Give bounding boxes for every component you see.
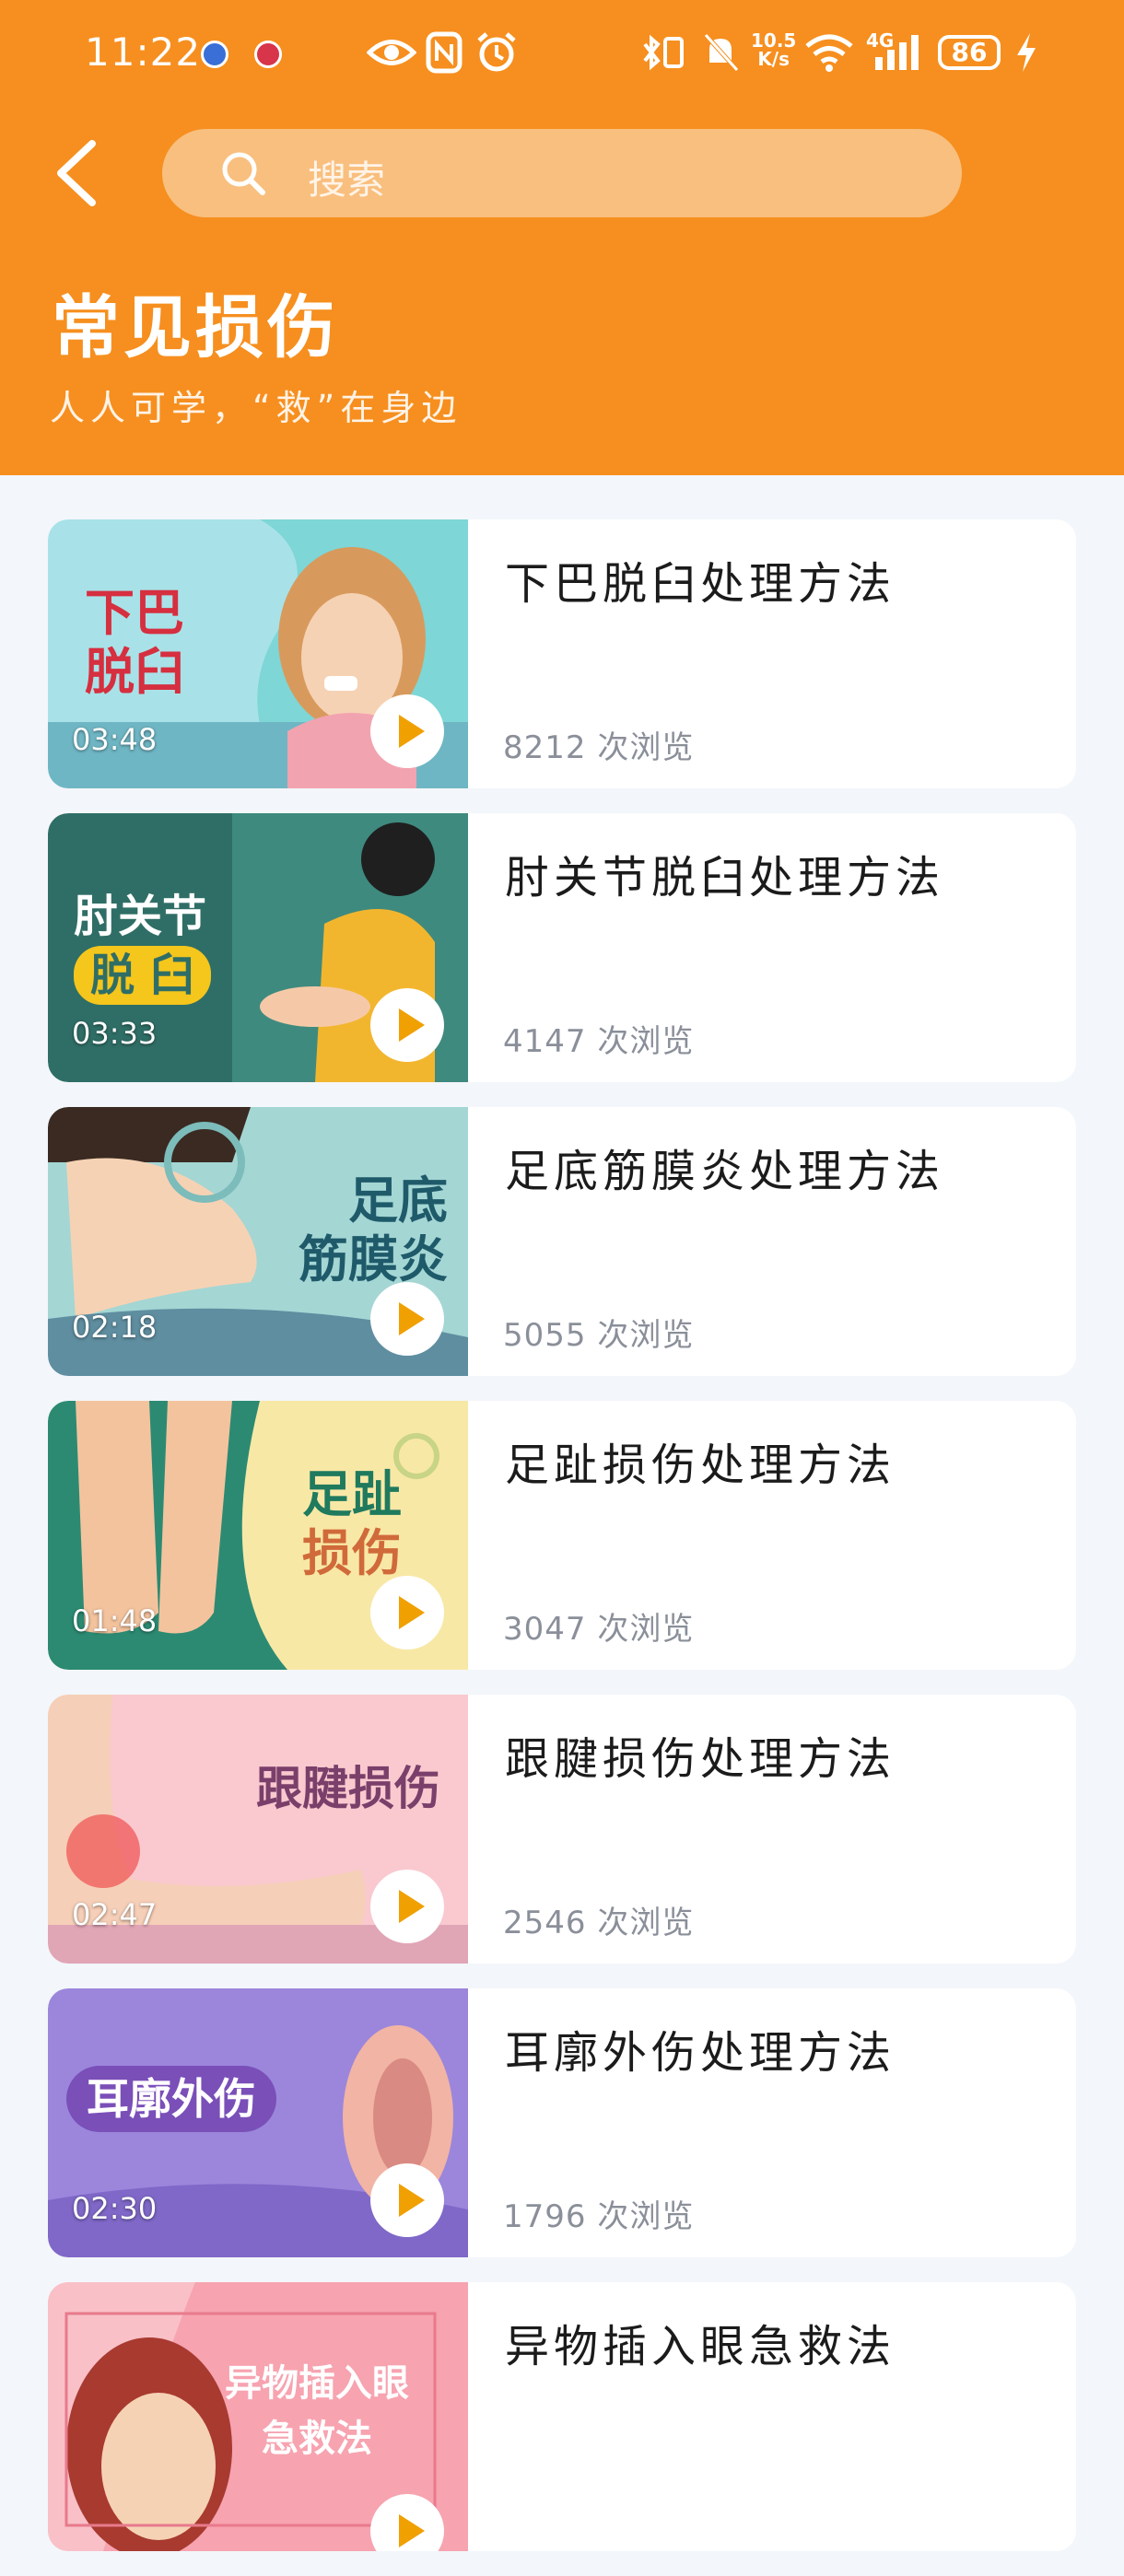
view-count: 3047 次浏览	[503, 1611, 695, 1648]
video-card[interactable]: 足趾 损伤 01:48 足趾损伤处理方法 3047 次浏览	[48, 1401, 1076, 1670]
view-count: 1796 次浏览	[503, 2198, 695, 2235]
video-thumbnail[interactable]: 耳廓外伤 02:30	[48, 1988, 468, 2257]
video-thumbnail[interactable]: 足趾 损伤 01:48	[48, 1401, 468, 1670]
video-duration: 02:30	[72, 2191, 158, 2226]
video-thumbnail[interactable]: 异物插入眼 急救法	[48, 2282, 468, 2551]
eye-icon	[367, 40, 416, 65]
video-thumbnail[interactable]: 跟腱损伤 02:47	[48, 1695, 468, 1964]
play-icon[interactable]	[370, 1870, 444, 1943]
status-time: 11:22	[85, 29, 202, 75]
video-card[interactable]: 足底 筋膜炎 02:18 足底筋膜炎处理方法 5055 次浏览	[48, 1107, 1076, 1376]
video-duration: 02:18	[72, 1310, 158, 1345]
video-thumbnail[interactable]: 肘关节 脱 臼 03:33	[48, 813, 468, 1082]
video-duration: 02:47	[72, 1897, 158, 1932]
video-duration: 03:33	[72, 1016, 158, 1051]
page-subtitle: 人人可学，“救”在身边	[50, 388, 462, 428]
play-icon[interactable]	[370, 1282, 444, 1356]
search-input[interactable]: 搜索	[162, 129, 962, 217]
video-title[interactable]: 异物插入眼急救法	[505, 2310, 896, 2374]
search-icon	[222, 152, 265, 195]
video-title[interactable]: 跟腱损伤处理方法	[505, 1722, 896, 1787]
view-count: 2546 次浏览	[503, 1905, 695, 1941]
battery-level: 86	[938, 35, 1001, 70]
video-card[interactable]: 异物插入眼 急救法 异物插入眼急救法	[48, 2282, 1076, 2551]
video-list: 下巴 脱臼 03:48 下巴脱臼处理方法 8212 次浏览 肘关节 脱 臼 03:…	[48, 519, 1076, 2576]
thumbnail-title: 跟腱损伤	[256, 1762, 440, 1815]
video-title[interactable]: 下巴脱臼处理方法	[505, 547, 896, 612]
app-notification-icon	[254, 41, 282, 68]
thumbnail-title: 足底 筋膜炎	[299, 1171, 448, 1288]
video-card[interactable]: 跟腱损伤 02:47 跟腱损伤处理方法 2546 次浏览	[48, 1695, 1076, 1964]
status-bar: 11:22 10.5 K/s 4G 86	[0, 0, 1124, 111]
video-card[interactable]: 耳廓外伤 02:30 耳廓外伤处理方法 1796 次浏览	[48, 1988, 1076, 2257]
bluetooth-icon	[643, 34, 684, 71]
view-count: 8212 次浏览	[503, 729, 695, 766]
view-count: 4147 次浏览	[503, 1023, 695, 1060]
video-duration: 03:48	[72, 722, 158, 757]
video-thumbnail[interactable]: 足底 筋膜炎 02:18	[48, 1107, 468, 1376]
video-title[interactable]: 足底筋膜炎处理方法	[505, 1135, 944, 1199]
signal-icon	[875, 35, 919, 70]
nfc-icon	[426, 31, 462, 74]
thumbnail-title: 足趾 损伤	[302, 1465, 402, 1582]
app-notification-icon	[201, 41, 228, 68]
play-icon[interactable]	[370, 2163, 444, 2237]
thumbnail-title: 下巴 脱臼	[85, 584, 184, 701]
page-title: 常见损伤	[52, 288, 339, 367]
net-speed: 10.5 K/s	[751, 29, 797, 70]
video-card[interactable]: 下巴 脱臼 03:48 下巴脱臼处理方法 8212 次浏览	[48, 519, 1076, 788]
wifi-icon	[805, 34, 853, 72]
video-title[interactable]: 肘关节脱臼处理方法	[505, 841, 944, 905]
back-arrow-icon[interactable]	[50, 136, 105, 210]
play-icon[interactable]	[370, 1576, 444, 1649]
thumbnail-title: 耳廓外伤	[66, 2066, 276, 2132]
play-icon[interactable]	[370, 694, 444, 768]
video-duration: 01:48	[72, 1603, 158, 1638]
header: 11:22 10.5 K/s 4G 86 搜索 常见损伤 人人可学，“救”在身边	[0, 0, 1124, 475]
video-thumbnail[interactable]: 下巴 脱臼 03:48	[48, 519, 468, 788]
thumbnail-title: 肘关节 脱 臼	[74, 887, 211, 1005]
view-count: 5055 次浏览	[503, 1317, 695, 1354]
search-placeholder: 搜索	[308, 157, 386, 203]
alarm-icon	[477, 32, 516, 72]
video-card[interactable]: 肘关节 脱 臼 03:33 肘关节脱臼处理方法 4147 次浏览	[48, 813, 1076, 1082]
play-icon[interactable]	[370, 988, 444, 1062]
mute-icon	[704, 33, 739, 72]
thumbnail-title: 异物插入眼 急救法	[225, 2362, 409, 2460]
video-title[interactable]: 耳廓外伤处理方法	[505, 2016, 896, 2081]
video-title[interactable]: 足趾损伤处理方法	[505, 1428, 896, 1493]
charging-icon	[1017, 33, 1036, 72]
